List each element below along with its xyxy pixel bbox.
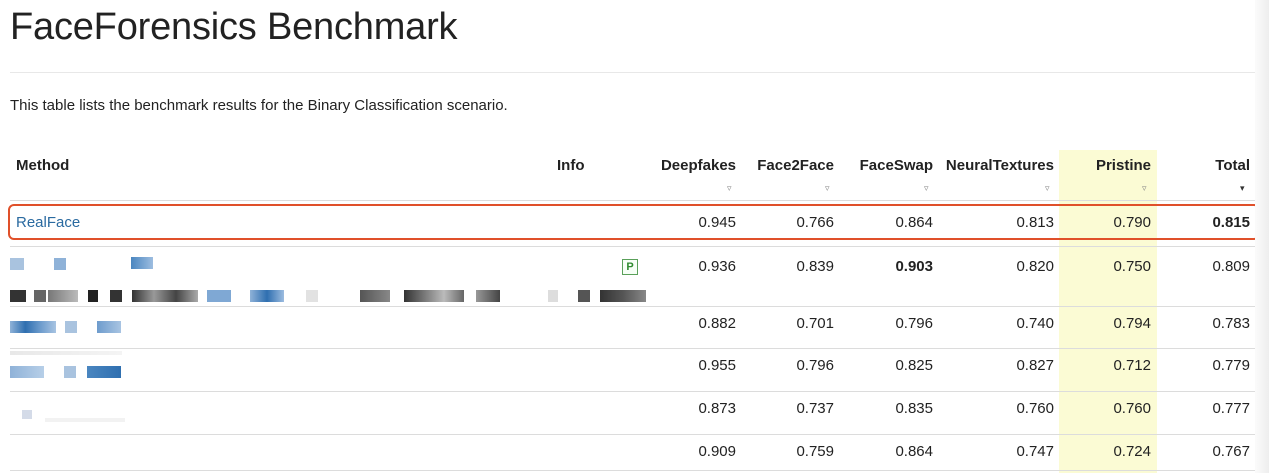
title-divider [10,72,1255,73]
sort-face2face-icon[interactable]: ▿ [825,183,830,194]
cell-pristine: 0.760 [1113,400,1151,417]
cell-deepfakes: 0.873 [698,400,736,417]
page-description: This table lists the benchmark results f… [10,97,508,114]
table-row: 0.909 0.759 0.864 0.747 0.724 0.767 [0,431,1269,473]
column-header-total[interactable]: Total [1215,157,1250,174]
cell-neuraltextures: 0.827 [1016,357,1054,374]
row-divider [10,470,1258,471]
column-header-method[interactable]: Method [16,157,69,174]
sort-pristine-icon[interactable]: ▿ [1142,183,1147,194]
cell-neuraltextures: 0.760 [1016,400,1054,417]
cell-face2face: 0.796 [796,357,834,374]
cell-neuraltextures: 0.820 [1016,258,1054,275]
cell-face2face: 0.737 [796,400,834,417]
cell-pristine: 0.724 [1113,443,1151,460]
column-header-face2face[interactable]: Face2Face [757,157,834,174]
highlight-box [8,204,1260,240]
cell-deepfakes: 0.909 [698,443,736,460]
column-header-neuraltextures[interactable]: NeuralTextures [946,157,1054,174]
column-header-faceswap[interactable]: FaceSwap [860,157,933,174]
cell-neuraltextures: 0.740 [1016,315,1054,332]
cell-deepfakes: 0.936 [698,258,736,275]
sort-faceswap-icon[interactable]: ▿ [924,183,929,194]
page-scrollbar[interactable] [1255,0,1269,473]
cell-pristine: 0.750 [1113,258,1151,275]
sort-deepfakes-icon[interactable]: ▿ [727,183,732,194]
cell-total: 0.777 [1212,400,1250,417]
sort-total-icon[interactable]: ▾ [1240,183,1245,194]
cell-pristine: 0.712 [1113,357,1151,374]
cell-total: 0.767 [1212,443,1250,460]
column-header-info: Info [557,157,585,174]
cell-faceswap: 0.825 [895,357,933,374]
cell-total: 0.809 [1212,258,1250,275]
cell-face2face: 0.759 [796,443,834,460]
publication-icon[interactable]: P [622,259,638,275]
cell-total: 0.783 [1212,315,1250,332]
column-header-pristine[interactable]: Pristine [1096,157,1151,174]
column-header-deepfakes[interactable]: Deepfakes [661,157,736,174]
cell-face2face: 0.839 [796,258,834,275]
cell-neuraltextures: 0.747 [1016,443,1054,460]
table-row: 0.955 0.796 0.825 0.827 0.712 0.779 [0,345,1269,387]
cell-deepfakes: 0.955 [698,357,736,374]
cell-face2face: 0.701 [796,315,834,332]
cell-faceswap: 0.864 [895,443,933,460]
cell-faceswap: 0.903 [895,258,933,275]
cell-pristine: 0.794 [1113,315,1151,332]
cell-deepfakes: 0.882 [698,315,736,332]
header-divider [10,200,1258,201]
table-row: 0.882 0.701 0.796 0.740 0.794 0.783 [0,303,1269,345]
sort-neuraltextures-icon[interactable]: ▿ [1045,183,1050,194]
cell-total: 0.779 [1212,357,1250,374]
page-title: FaceForensics Benchmark [10,6,458,48]
cell-faceswap: 0.835 [895,400,933,417]
table-row: 0.873 0.737 0.835 0.760 0.760 0.777 [0,388,1269,430]
cell-faceswap: 0.796 [895,315,933,332]
